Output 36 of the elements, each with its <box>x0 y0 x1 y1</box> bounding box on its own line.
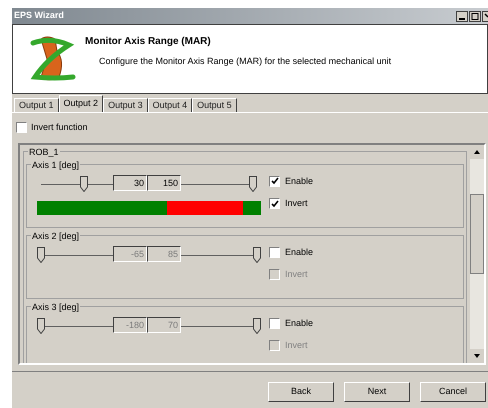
group-title: Axis 3 [deg] <box>31 300 80 314</box>
tab[interactable]: Output 2 <box>58 95 104 112</box>
wizard-button[interactable]: Back <box>268 382 334 402</box>
scroll-up-icon[interactable] <box>470 144 484 158</box>
checkbox-label: Invert <box>285 339 308 352</box>
group-title: Axis 1 [deg] <box>31 158 80 172</box>
tab[interactable]: Output 3 <box>103 98 148 112</box>
number-field[interactable]: 150 <box>147 174 181 190</box>
tab[interactable]: Output 1 <box>14 98 59 112</box>
wizard-button[interactable]: Cancel <box>420 382 486 402</box>
checkbox-label: Enable <box>285 174 314 188</box>
checkbox[interactable] <box>269 176 280 187</box>
scroll-down-icon[interactable] <box>470 348 484 362</box>
checkbox-label: Invert <box>285 268 308 281</box>
number-field[interactable]: 30 <box>113 174 147 190</box>
checkbox-label: Enable <box>285 246 314 258</box>
slider-thumb[interactable] <box>80 176 88 192</box>
checkbox-label: Invert function <box>31 121 88 134</box>
checkbox[interactable] <box>269 198 280 210</box>
group-title: Axis 2 [deg] <box>31 230 80 243</box>
close-icon[interactable] <box>482 10 488 22</box>
scrollbar-thumb[interactable] <box>470 194 484 274</box>
checkbox[interactable] <box>16 122 27 134</box>
slider-thumb[interactable] <box>248 176 257 192</box>
page-title: Monitor Axis Range (MAR) <box>85 35 212 49</box>
group-title: ROB_1 <box>28 146 60 159</box>
tab[interactable]: Output 4 <box>148 98 192 112</box>
window-title: EPS Wizard <box>14 9 64 22</box>
minimize-icon[interactable] <box>456 10 468 22</box>
scrollbar[interactable] <box>470 144 484 362</box>
wizard-button[interactable]: Next <box>344 382 410 402</box>
checkbox-label: Invert <box>285 197 308 210</box>
tab[interactable]: Output 5 <box>192 98 237 112</box>
page-description: Configure the Monitor Axis Range (MAR) for the selected mechanical unit <box>99 55 392 68</box>
checkbox-label: Enable <box>285 316 314 330</box>
range-slider[interactable]: 30 150 <box>37 174 261 192</box>
